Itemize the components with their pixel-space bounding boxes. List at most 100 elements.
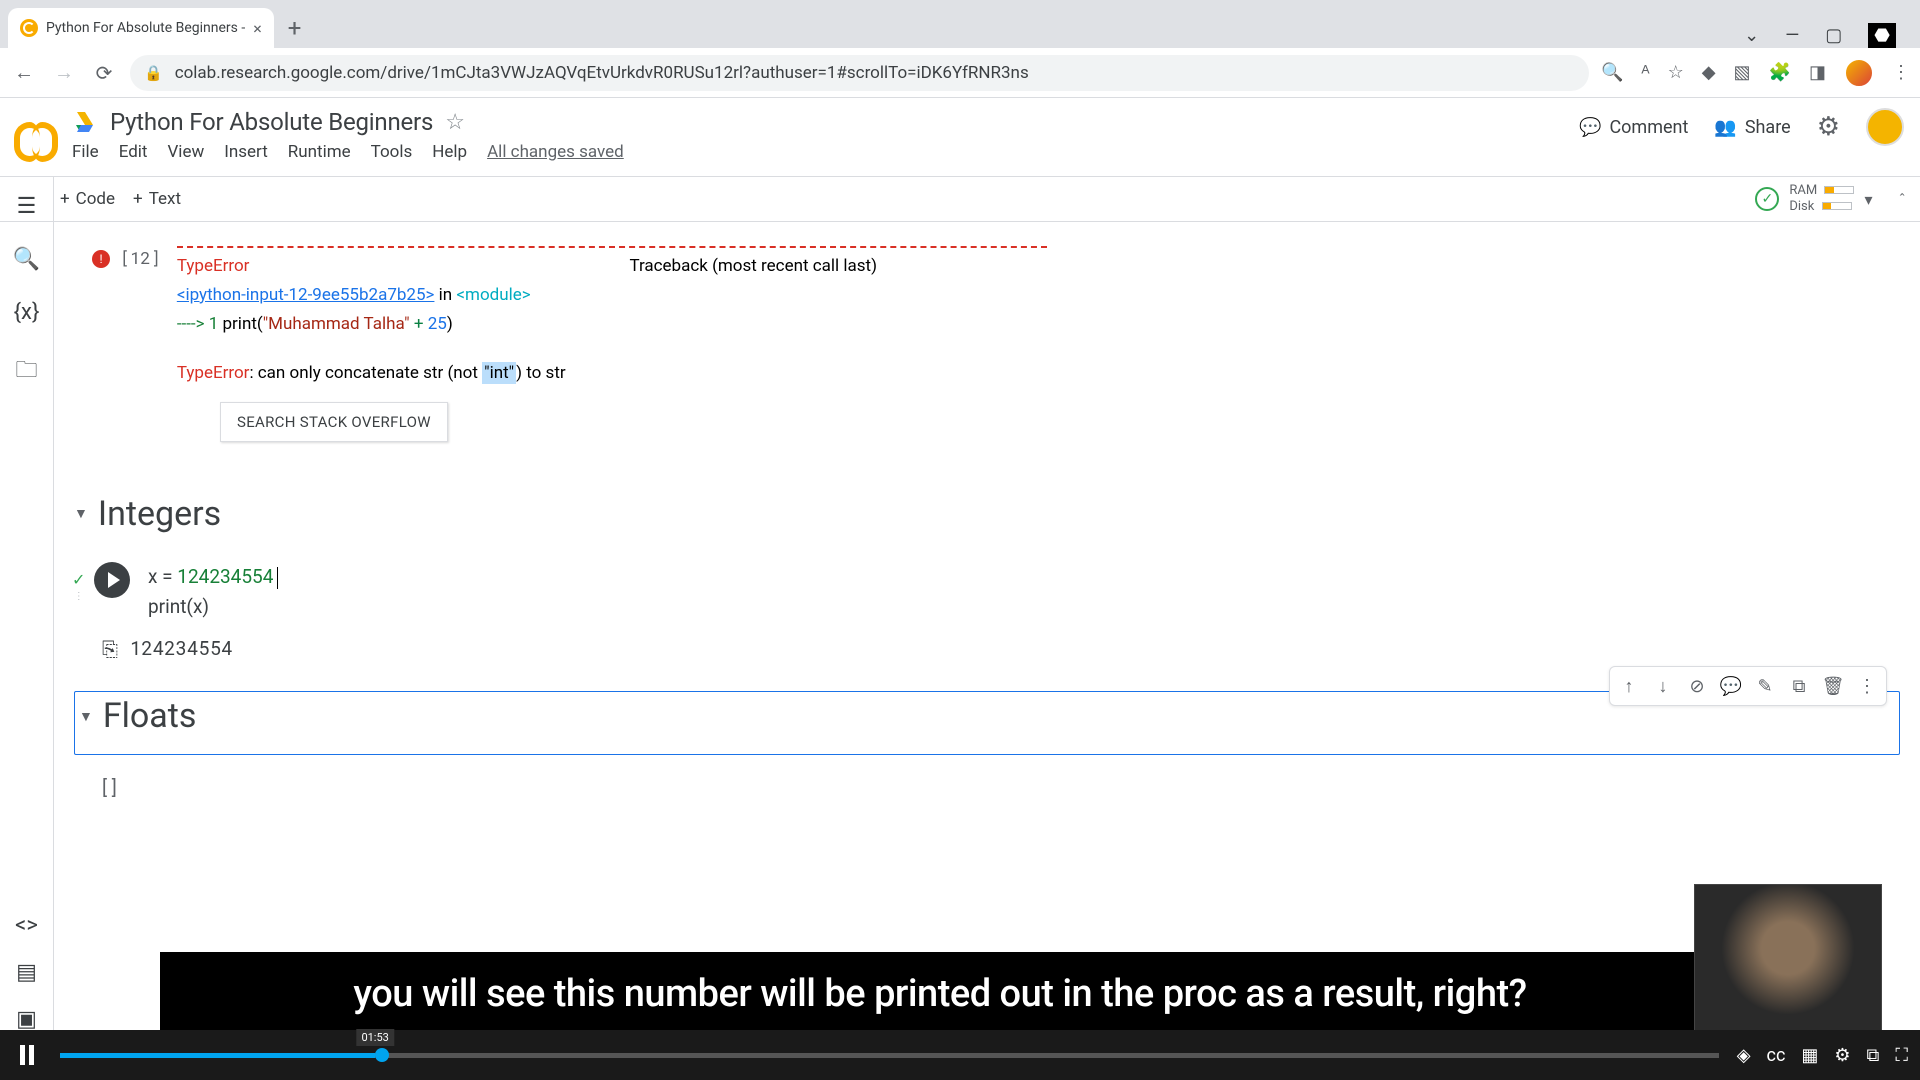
video-caption: you will see this number will be printed…	[160, 952, 1720, 1036]
star-icon[interactable]: ☆	[445, 110, 465, 135]
presenter-video	[1694, 884, 1882, 1044]
pause-button[interactable]	[12, 1040, 42, 1070]
error-output-cell: ! [12] TypeErrorTraceback (most recent c…	[74, 246, 1900, 442]
section-integers[interactable]: ▼ Integers	[74, 494, 1900, 534]
player-settings-icon[interactable]: ⚙	[1834, 1045, 1850, 1066]
player-icon-3[interactable]: ▦	[1801, 1045, 1818, 1066]
menu-insert[interactable]: Insert	[224, 142, 268, 162]
toc-icon[interactable]: ☰	[17, 194, 37, 219]
run-cell-button[interactable]	[94, 562, 130, 598]
colab-header: Python For Absolute Beginners ☆ File Edi…	[0, 98, 1920, 176]
more-icon[interactable]: ⋮	[1852, 671, 1882, 701]
error-icon: !	[92, 250, 110, 268]
settings-icon[interactable]: ⚙	[1817, 112, 1840, 142]
document-title[interactable]: Python For Absolute Beginners	[110, 108, 433, 136]
runtime-dropdown-icon[interactable]: ▾	[1864, 190, 1872, 209]
colab-logo-icon[interactable]	[14, 114, 58, 158]
output-icon[interactable]: ⎘	[102, 637, 118, 661]
chrome-menu-icon[interactable]: ⋮	[1892, 62, 1910, 83]
drive-icon	[72, 112, 98, 136]
delete-icon[interactable]: 🗑	[1818, 671, 1848, 701]
back-button[interactable]: ←	[10, 59, 38, 87]
browser-toolbar: ← → ⟳ 🔒 colab.research.google.com/drive/…	[0, 48, 1920, 98]
section-title: Floats	[103, 696, 197, 736]
address-bar[interactable]: 🔒 colab.research.google.com/drive/1mCJta…	[130, 55, 1589, 91]
minimize-icon[interactable]: —	[1785, 25, 1799, 46]
comment-button[interactable]: 💬 Comment	[1579, 117, 1688, 138]
profile-avatar[interactable]	[1844, 58, 1874, 88]
menu-help[interactable]: Help	[432, 142, 467, 162]
menu-file[interactable]: File	[72, 142, 99, 162]
add-code-button[interactable]: + Code	[60, 189, 115, 209]
move-up-icon[interactable]: ↑	[1614, 671, 1644, 701]
browser-tab-strip: Python For Absolute Beginners - × + ⌄ — …	[0, 0, 1920, 48]
menu-tools[interactable]: Tools	[371, 142, 413, 162]
move-down-icon[interactable]: ↓	[1648, 671, 1678, 701]
code-cell-integers[interactable]: ✓ ⋮ x = 124234554 print(x) ⎘ 124234554	[74, 562, 1900, 662]
output-text: 124234554	[130, 636, 233, 661]
text-cursor	[277, 567, 278, 589]
edit-icon[interactable]: ✎	[1750, 671, 1780, 701]
new-tab-button[interactable]: +	[274, 8, 316, 48]
terminal-icon[interactable]: ▣	[16, 1007, 37, 1032]
menu-edit[interactable]: Edit	[119, 142, 148, 162]
executed-check-icon: ✓	[72, 570, 85, 589]
menu-runtime[interactable]: Runtime	[288, 142, 351, 162]
lock-icon: 🔒	[144, 64, 163, 82]
bookmark-icon[interactable]: ☆	[1668, 62, 1684, 83]
maximize-icon[interactable]: ▢	[1825, 25, 1842, 46]
save-status: All changes saved	[487, 142, 624, 162]
fullscreen-icon[interactable]: ⛶	[1895, 1045, 1908, 1066]
colab-favicon	[20, 19, 38, 37]
code-snippets-icon[interactable]: <>	[15, 913, 38, 938]
runtime-indicator[interactable]: ✓ RAM Disk ▾ ˆ	[1755, 183, 1906, 214]
browser-tab[interactable]: Python For Absolute Beginners - ×	[8, 8, 274, 48]
extension2-icon[interactable]: ▧	[1734, 62, 1751, 83]
extension1-icon[interactable]: ◆	[1702, 62, 1716, 83]
user-avatar[interactable]	[1866, 108, 1904, 146]
add-text-button[interactable]: + Text	[133, 189, 181, 209]
notebook-area: ! [12] TypeErrorTraceback (most recent c…	[54, 246, 1920, 1046]
url-text: colab.research.google.com/drive/1mCJta3V…	[175, 63, 1029, 83]
video-player-controls: 01:53 ◈ cc ▦ ⚙ ⧉ ⛶	[0, 1030, 1920, 1080]
search-stackoverflow-button[interactable]: SEARCH STACK OVERFLOW	[220, 402, 448, 442]
link-icon[interactable]: ⊘	[1682, 671, 1712, 701]
section-floats[interactable]: ↑ ↓ ⊘ 💬 ✎ ⧉ 🗑 ⋮ ▼ Floats	[74, 691, 1900, 755]
mirror-icon[interactable]: ⧉	[1784, 671, 1814, 701]
cell-prompt: [ ]	[102, 776, 117, 799]
variables-icon[interactable]: {x}	[14, 300, 40, 325]
progress-bar[interactable]: 01:53	[60, 1053, 1719, 1058]
translate-icon[interactable]: ᴬ	[1641, 62, 1649, 83]
sidepanel-icon[interactable]: ◨	[1809, 62, 1826, 83]
cc-icon[interactable]: cc	[1767, 1045, 1786, 1066]
pip-icon[interactable]: ⧉	[1867, 1045, 1880, 1066]
cell-prompt: [12]	[120, 246, 161, 269]
tab-search-icon[interactable]: ⌄	[1744, 25, 1759, 46]
collapse-icon[interactable]: ˆ	[1898, 190, 1906, 209]
collapse-arrow-icon[interactable]: ▼	[74, 505, 88, 522]
comment-cell-icon[interactable]: 💬	[1716, 671, 1746, 701]
tab-title: Python For Absolute Beginners -	[46, 20, 245, 36]
zoom-icon[interactable]: 🔍	[1601, 62, 1623, 83]
connected-check-icon: ✓	[1755, 187, 1779, 211]
menu-bar: File Edit View Insert Runtime Tools Help…	[72, 142, 1565, 162]
share-button[interactable]: 👥 Share	[1714, 117, 1790, 138]
window-controls: ⌄ — ▢ ⬣	[1728, 23, 1912, 48]
command-palette-icon[interactable]: ▤	[16, 960, 37, 985]
search-icon[interactable]: 🔍	[13, 247, 40, 272]
cell-toolbar: ↑ ↓ ⊘ 💬 ✎ ⧉ 🗑 ⋮	[1609, 666, 1887, 706]
player-icon-1[interactable]: ◈	[1737, 1045, 1751, 1066]
empty-code-cell[interactable]: [ ]	[74, 775, 1900, 800]
close-window-icon[interactable]: ⬣	[1868, 23, 1896, 48]
collapse-arrow-icon[interactable]: ▼	[79, 708, 93, 725]
close-tab-icon[interactable]: ×	[253, 19, 262, 38]
reload-button[interactable]: ⟳	[90, 59, 118, 87]
left-sidebar: ☰ 🔍 {x} 🗀 <> ▤ ▣	[0, 176, 54, 1046]
forward-button: →	[50, 59, 78, 87]
section-title: Integers	[98, 494, 221, 534]
files-icon[interactable]: 🗀	[15, 353, 37, 391]
menu-view[interactable]: View	[167, 142, 204, 162]
cell-output: ⎘ 124234554	[74, 622, 1900, 661]
extensions-icon[interactable]: 🧩	[1769, 62, 1791, 83]
notebook-action-bar: + Code + Text ✓ RAM Disk ▾ ˆ	[0, 176, 1920, 222]
